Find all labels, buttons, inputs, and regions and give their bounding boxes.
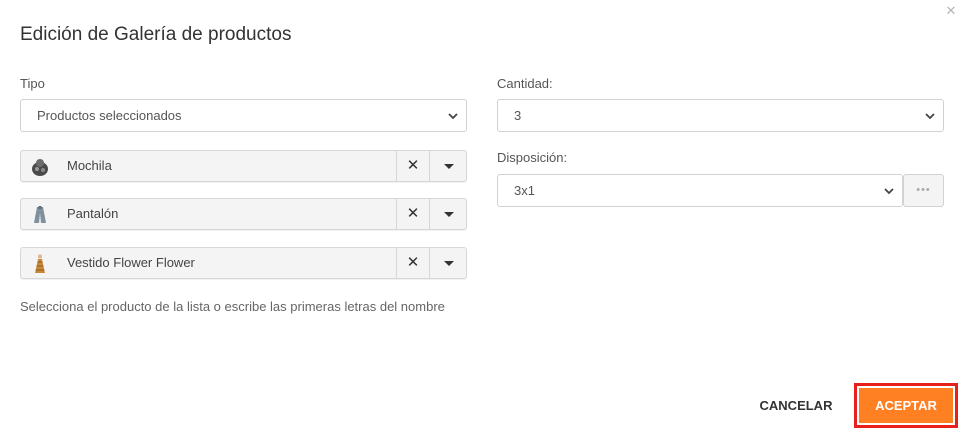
coat-thumbnail <box>34 206 46 223</box>
product-dropdown-button[interactable] <box>429 248 467 278</box>
dress-thumbnail <box>35 254 45 273</box>
cantidad-label: Cantidad: <box>497 76 553 91</box>
close-icon[interactable]: ✕ <box>944 4 958 18</box>
chevron-down-icon <box>925 113 935 120</box>
dialog-title: Edición de Galería de productos <box>20 24 292 45</box>
accept-button[interactable]: ACEPTAR <box>859 388 953 423</box>
remove-product-button[interactable]: ✕ <box>396 151 429 181</box>
remove-product-button[interactable]: ✕ <box>396 248 429 278</box>
ellipsis-icon: ••• <box>916 184 931 196</box>
layout-options-button[interactable]: ••• <box>903 174 944 207</box>
product-dropdown-button[interactable] <box>429 199 467 229</box>
disposicion-select[interactable]: 3x1 <box>497 174 903 207</box>
disposicion-select-value: 3x1 <box>514 183 535 198</box>
cantidad-select[interactable]: 3 <box>497 99 944 132</box>
product-item[interactable]: Pantalón ✕ <box>20 198 467 230</box>
tipo-select[interactable]: Productos seleccionados <box>20 99 467 132</box>
cantidad-select-value: 3 <box>514 108 522 123</box>
cancel-button[interactable]: CANCELAR <box>756 391 836 421</box>
chevron-down-icon <box>448 113 458 120</box>
product-item[interactable]: Mochila ✕ <box>20 150 467 182</box>
product-name: Vestido Flower Flower <box>67 255 195 270</box>
help-text: Selecciona el producto de la lista o esc… <box>20 299 445 314</box>
chevron-down-icon <box>884 188 894 195</box>
tipo-label: Tipo <box>20 76 45 91</box>
disposicion-label: Disposición: <box>497 150 568 165</box>
caret-down-icon <box>444 212 454 217</box>
caret-down-icon <box>444 164 454 169</box>
product-name: Pantalón <box>67 206 119 221</box>
backpack-thumbnail <box>32 159 48 176</box>
remove-product-button[interactable]: ✕ <box>396 199 429 229</box>
caret-down-icon <box>444 261 454 266</box>
product-dropdown-button[interactable] <box>429 151 467 181</box>
product-item[interactable]: Vestido Flower Flower ✕ <box>20 247 467 279</box>
product-name: Mochila <box>67 158 112 173</box>
tipo-select-value: Productos seleccionados <box>37 108 182 123</box>
